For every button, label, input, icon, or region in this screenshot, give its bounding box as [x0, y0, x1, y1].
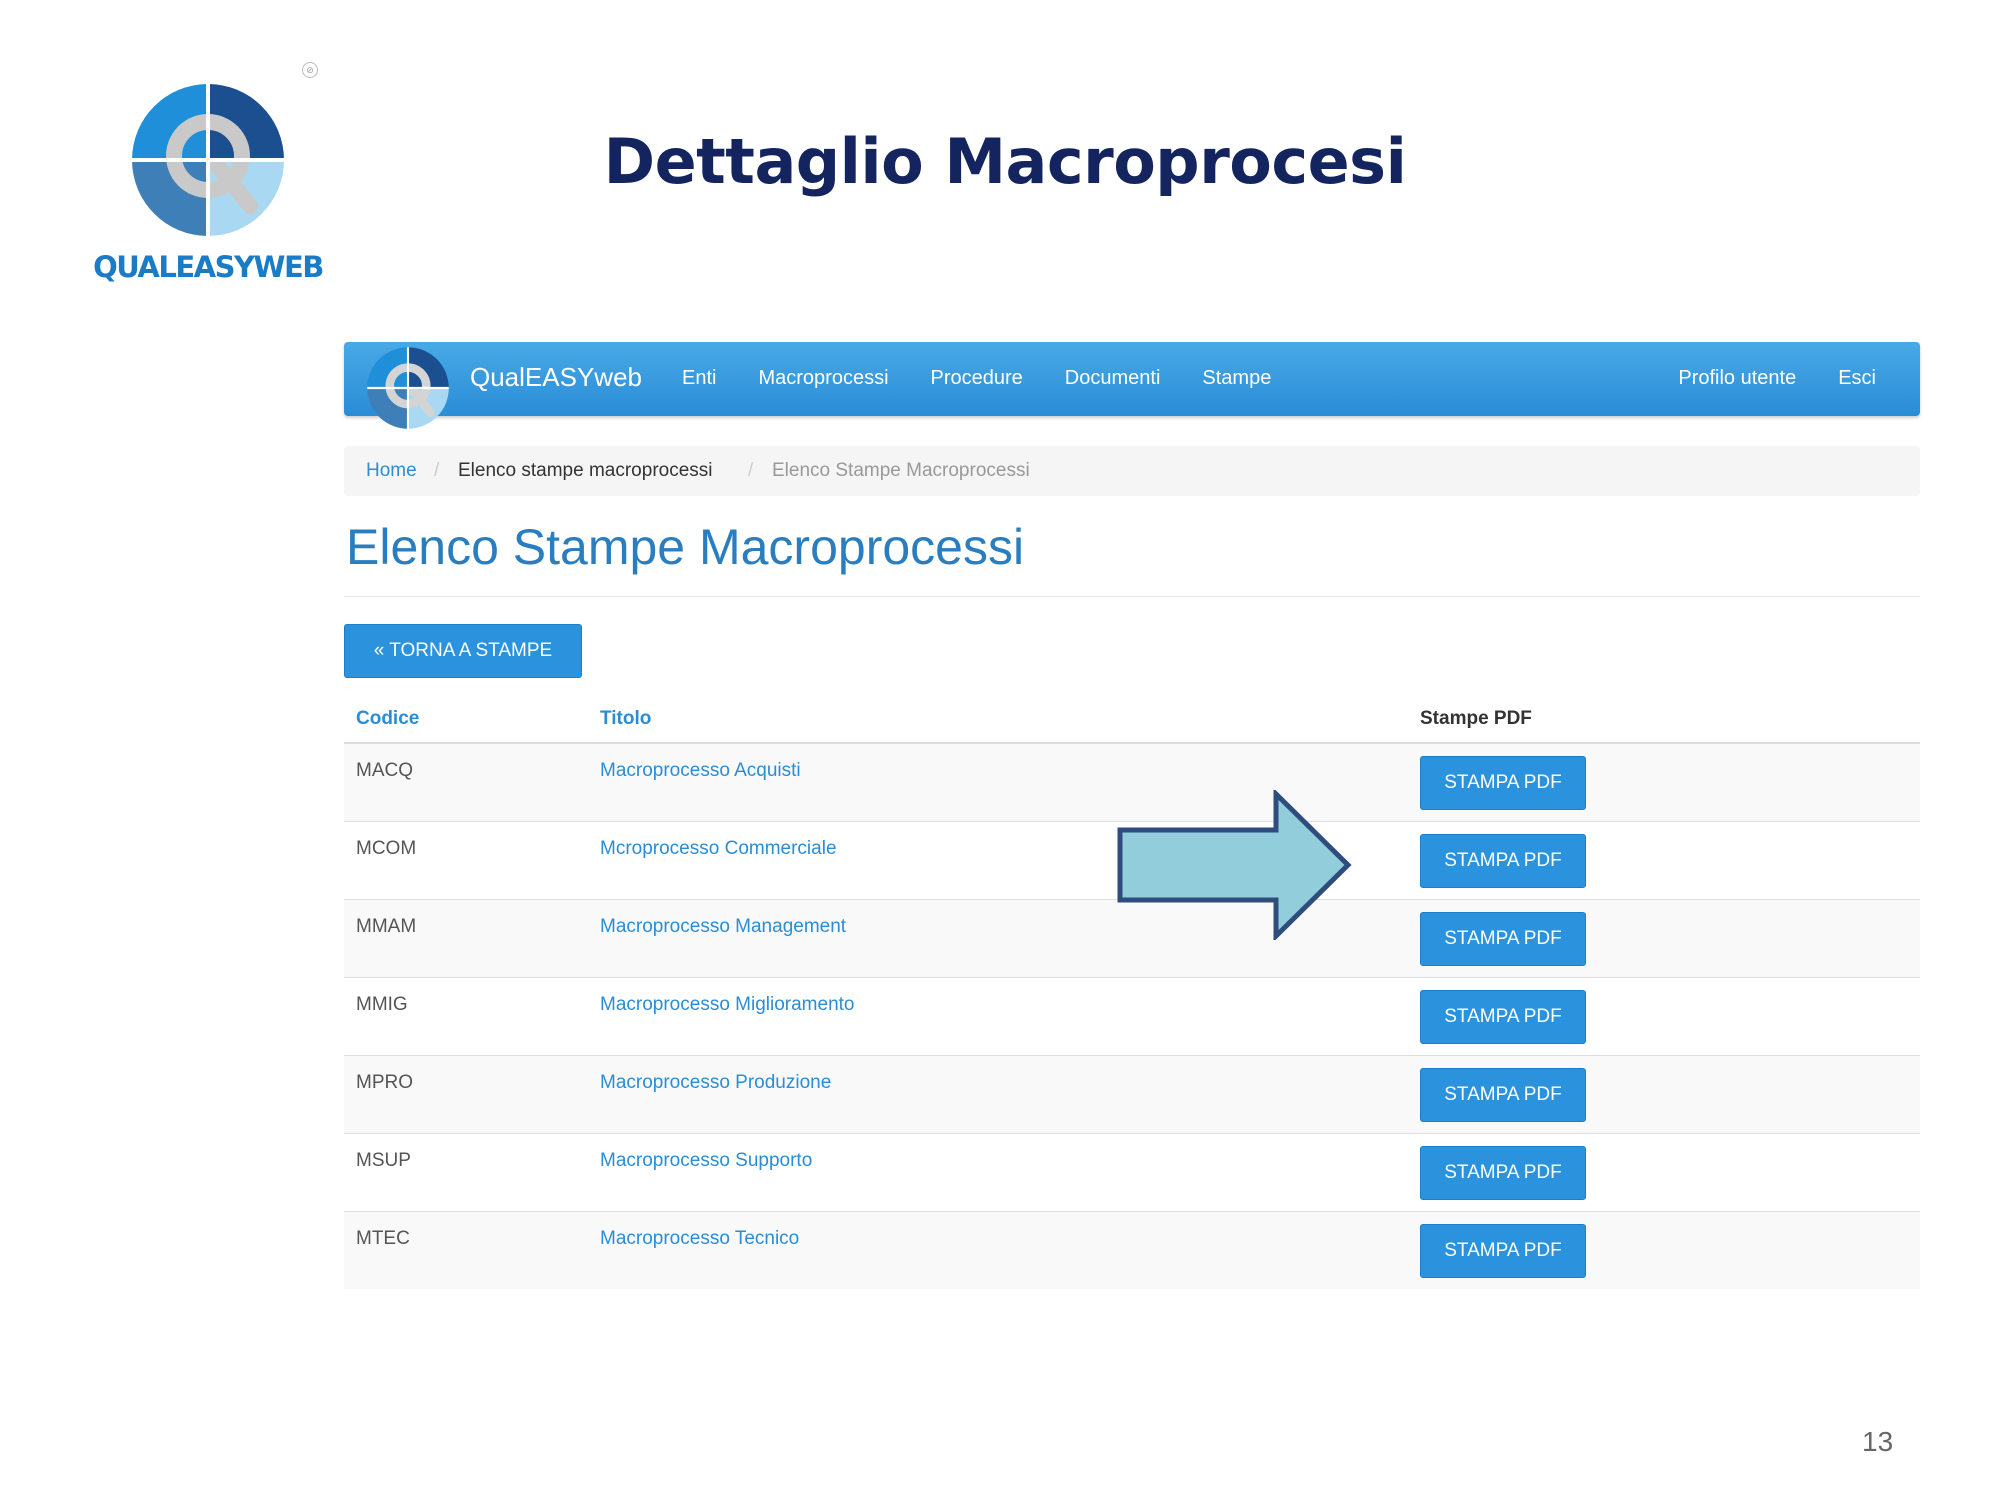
row-code: MTEC — [356, 1228, 410, 1249]
link-icon: ⊘ — [302, 62, 318, 78]
row-title-link[interactable]: Macroprocesso Acquisti — [600, 760, 801, 782]
navbar-brand[interactable]: QualEASYweb — [470, 362, 642, 393]
brand-logo-icon[interactable] — [364, 344, 452, 437]
navbar: QualEASYweb Enti Macroprocessi Procedure… — [344, 342, 1920, 429]
stampa-pdf-button[interactable]: STAMPA PDF — [1420, 990, 1586, 1044]
logo-text: QUALEASYWEB — [93, 250, 324, 284]
table-row: MSUP Macroprocesso Supporto STAMPA PDF — [344, 1134, 1920, 1212]
stampa-pdf-button[interactable]: STAMPA PDF — [1420, 912, 1586, 966]
column-header-stampe-pdf: Stampe PDF — [1420, 708, 1532, 729]
table-row: MTEC Macroprocesso Tecnico STAMPA PDF — [344, 1212, 1920, 1289]
breadcrumb-current: Elenco Stampe Macroprocessi — [772, 460, 1030, 481]
row-title-link[interactable]: Macroprocesso Supporto — [600, 1150, 812, 1172]
page-title: Elenco Stampe Macroprocessi — [346, 519, 1025, 575]
breadcrumb-separator: / — [434, 460, 440, 481]
nav-link-procedure[interactable]: Procedure — [931, 367, 1023, 390]
row-code: MPRO — [356, 1072, 413, 1093]
nav-link-stampe[interactable]: Stampe — [1202, 367, 1271, 390]
row-title-link[interactable]: Macroprocesso Management — [600, 916, 846, 938]
row-title-link[interactable]: Mcroprocesso Commerciale — [600, 838, 837, 860]
table-row: MMIG Macroprocesso Miglioramento STAMPA … — [344, 978, 1920, 1056]
breadcrumb-home[interactable]: Home — [366, 446, 417, 496]
row-code: MMAM — [356, 916, 417, 937]
macroprocessi-table: Codice Titolo Stampe PDF MACQ Macroproce… — [344, 694, 1920, 1289]
slide-title: Dettaglio Macroprocesi — [603, 125, 1407, 198]
stampa-pdf-button[interactable]: STAMPA PDF — [1420, 834, 1586, 888]
table-header: Codice Titolo Stampe PDF — [344, 694, 1920, 744]
breadcrumb: Home / Elenco stampe macroprocessi / Ele… — [344, 446, 1920, 496]
nav-link-esci[interactable]: Esci — [1838, 367, 1876, 390]
nav-link-macroprocessi[interactable]: Macroprocessi — [758, 367, 888, 390]
pointer-arrow-icon — [1117, 790, 1352, 940]
nav-link-enti[interactable]: Enti — [682, 367, 716, 390]
page-number: 13 — [1862, 1426, 1894, 1457]
nav-links: Enti Macroprocessi Procedure Documenti S… — [682, 367, 1313, 390]
title-divider — [344, 596, 1920, 597]
back-to-stampe-button[interactable]: « TORNA A STAMPE — [344, 624, 582, 678]
row-code: MACQ — [356, 760, 413, 781]
row-title-link[interactable]: Macroprocesso Produzione — [600, 1072, 831, 1094]
breadcrumb-separator: / — [748, 460, 754, 481]
row-code: MMIG — [356, 994, 408, 1015]
row-code: MCOM — [356, 838, 417, 859]
nav-right-links: Profilo utente Esci — [1636, 367, 1876, 390]
column-header-codice[interactable]: Codice — [356, 708, 419, 730]
nav-link-documenti[interactable]: Documenti — [1065, 367, 1161, 390]
row-title-link[interactable]: Macroprocesso Miglioramento — [600, 994, 855, 1016]
stampa-pdf-button[interactable]: STAMPA PDF — [1420, 756, 1586, 810]
row-title-link[interactable]: Macroprocesso Tecnico — [600, 1228, 799, 1250]
stampa-pdf-button[interactable]: STAMPA PDF — [1420, 1146, 1586, 1200]
nav-link-profilo-utente[interactable]: Profilo utente — [1678, 367, 1796, 390]
stampa-pdf-button[interactable]: STAMPA PDF — [1420, 1068, 1586, 1122]
row-code: MSUP — [356, 1150, 411, 1171]
column-header-titolo[interactable]: Titolo — [600, 708, 651, 730]
breadcrumb-parent[interactable]: Elenco stampe macroprocessi — [458, 446, 713, 496]
table-row: MPRO Macroprocesso Produzione STAMPA PDF — [344, 1056, 1920, 1134]
stampa-pdf-button[interactable]: STAMPA PDF — [1420, 1224, 1586, 1278]
